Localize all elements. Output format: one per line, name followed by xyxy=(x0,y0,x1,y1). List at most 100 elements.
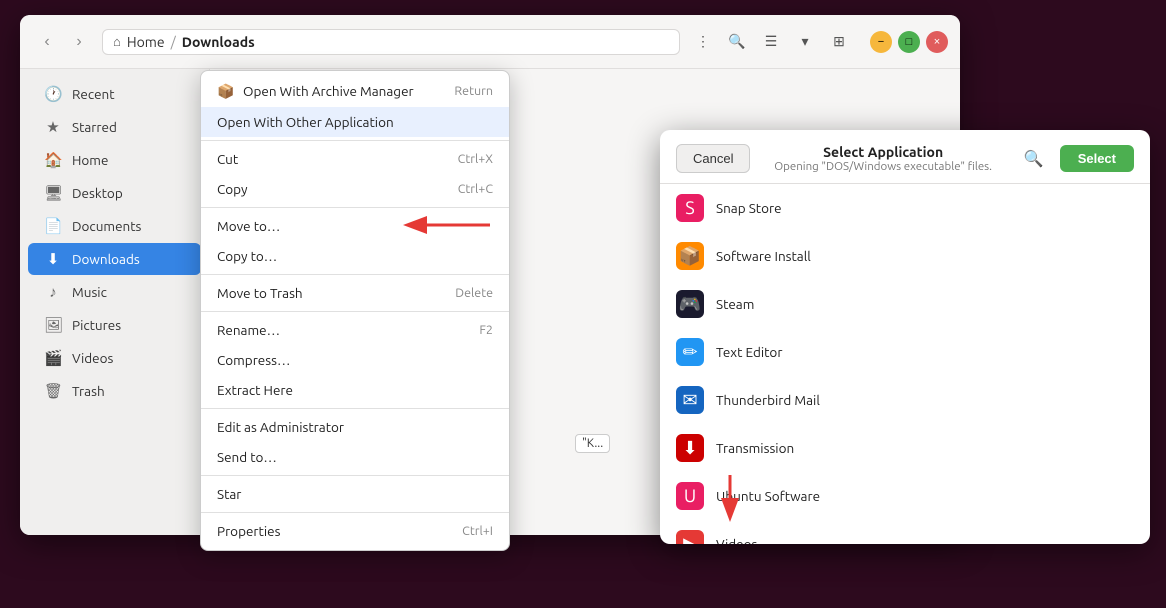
app-item-snap-store[interactable]: S Snap Store xyxy=(660,184,1150,232)
ctx-item-extract[interactable]: Extract Here xyxy=(201,375,509,405)
dialog-title: Select Application xyxy=(758,144,1007,160)
app-item-thunderbird[interactable]: ✉ Thunderbird Mail xyxy=(660,376,1150,424)
shortcut: Ctrl+X xyxy=(458,152,493,166)
separator xyxy=(201,207,509,208)
sidebar-label-documents: Documents xyxy=(72,218,141,234)
ctx-item-rename[interactable]: Rename…F2 xyxy=(201,315,509,345)
app-item-transmission[interactable]: ⬇ Transmission xyxy=(660,424,1150,472)
videos-icon: 🎬 xyxy=(44,349,62,367)
recent-icon: 🕐 xyxy=(44,85,62,103)
ctx-item-send-to[interactable]: Send to… xyxy=(201,442,509,472)
shortcut: Delete xyxy=(455,286,493,300)
trash-icon: 🗑 xyxy=(44,382,62,400)
sidebar-item-documents[interactable]: 📄 Documents xyxy=(28,210,201,242)
sidebar-item-downloads[interactable]: ⬇ Downloads xyxy=(28,243,201,275)
grid-view-button[interactable]: ⊞ xyxy=(824,27,854,57)
app-label-thunderbird: Thunderbird Mail xyxy=(716,392,820,408)
ctx-item-cut[interactable]: Cut Ctrl+X xyxy=(201,144,509,174)
window-controls: − □ × xyxy=(870,31,948,53)
sidebar-label-starred: Starred xyxy=(72,119,117,135)
app-item-videos[interactable]: ▶ Videos xyxy=(660,520,1150,544)
back-button[interactable]: ‹ xyxy=(32,27,62,57)
app-label-videos: Videos xyxy=(716,536,757,544)
ctx-label: Rename… xyxy=(217,322,280,338)
ctx-label: Edit as Administrator xyxy=(217,419,344,435)
music-icon: ♪ xyxy=(44,283,62,301)
sidebar-label-videos: Videos xyxy=(72,350,113,366)
app-item-steam[interactable]: 🎮 Steam xyxy=(660,280,1150,328)
title-bar-actions: ⋮ 🔍 ☰ ▾ ⊞ xyxy=(688,27,854,57)
dialog-search-button[interactable]: 🔍 xyxy=(1016,145,1052,173)
sidebar-item-starred[interactable]: ★ Starred xyxy=(28,111,201,143)
separator xyxy=(201,140,509,141)
archive-icon: 📦 xyxy=(217,82,235,100)
ctx-label: Send to… xyxy=(217,449,277,465)
app-label-text-editor: Text Editor xyxy=(716,344,782,360)
forward-button[interactable]: › xyxy=(64,27,94,57)
app-label-transmission: Transmission xyxy=(716,440,794,456)
desktop-icon: 🖥 xyxy=(44,184,62,202)
shortcut: Return xyxy=(454,84,493,98)
ctx-item-open-archive[interactable]: 📦Open With Archive ManagerReturn xyxy=(201,75,509,107)
ctx-label: Move to Trash xyxy=(217,285,303,301)
shortcut: Ctrl+C xyxy=(458,182,493,196)
ctx-item-open-other[interactable]: Open With Other Application xyxy=(201,107,509,137)
breadcrumb-home[interactable]: Home xyxy=(127,34,165,50)
ctx-label: Properties xyxy=(217,523,280,539)
sidebar-label-recent: Recent xyxy=(72,86,115,102)
sidebar-item-home[interactable]: 🏠 Home xyxy=(28,144,201,176)
ctx-item-edit-admin[interactable]: Edit as Administrator xyxy=(201,412,509,442)
pictures-icon: 🖼 xyxy=(44,316,62,334)
sidebar-item-pictures[interactable]: 🖼 Pictures xyxy=(28,309,201,341)
app-icon-videos: ▶ xyxy=(676,530,704,544)
menu-button[interactable]: ⋮ xyxy=(688,27,718,57)
ctx-label: Extract Here xyxy=(217,382,293,398)
sidebar-item-videos[interactable]: 🎬 Videos xyxy=(28,342,201,374)
ctx-item-move-to[interactable]: Move to… xyxy=(201,211,509,241)
shortcut: Ctrl+I xyxy=(462,524,493,538)
app-item-software-install[interactable]: 📦 Software Install xyxy=(660,232,1150,280)
cancel-button[interactable]: Cancel xyxy=(676,144,750,173)
ctx-label: Copy to… xyxy=(217,248,277,264)
sidebar-item-desktop[interactable]: 🖥 Desktop xyxy=(28,177,201,209)
ctx-item-copy-to[interactable]: Copy to… xyxy=(201,241,509,271)
home-icon: ⌂ xyxy=(113,34,121,49)
ctx-label: Copy xyxy=(217,181,248,197)
downloads-icon: ⬇ xyxy=(44,250,62,268)
app-label-snap-store: Snap Store xyxy=(716,200,782,216)
separator xyxy=(201,475,509,476)
file-tooltip: "K... xyxy=(575,434,610,453)
sidebar: 🕐 Recent★ Starred🏠 Home🖥 Desktop📄 Docume… xyxy=(20,69,210,535)
separator xyxy=(201,512,509,513)
ctx-item-properties[interactable]: Properties Ctrl+I xyxy=(201,516,509,546)
sidebar-item-recent[interactable]: 🕐 Recent xyxy=(28,78,201,110)
sidebar-item-trash[interactable]: 🗑 Trash xyxy=(28,375,201,407)
nav-buttons: ‹ › xyxy=(32,27,94,57)
search-button[interactable]: 🔍 xyxy=(722,27,752,57)
app-list: S Snap Store 📦 Software Install 🎮 Steam … xyxy=(660,184,1150,544)
home-icon: 🏠 xyxy=(44,151,62,169)
app-label-steam: Steam xyxy=(716,296,754,312)
ctx-item-copy[interactable]: Copy Ctrl+C xyxy=(201,174,509,204)
dialog-header: Cancel Select Application Opening "DOS/W… xyxy=(660,130,1150,184)
app-item-ubuntu-software[interactable]: U Ubuntu Software xyxy=(660,472,1150,520)
view-options-button[interactable]: ▾ xyxy=(790,27,820,57)
ctx-item-star[interactable]: Star xyxy=(201,479,509,509)
sidebar-label-pictures: Pictures xyxy=(72,317,121,333)
maximize-button[interactable]: □ xyxy=(898,31,920,53)
title-bar: ‹ › ⌂ Home / Downloads ⋮ 🔍 ☰ ▾ ⊞ − □ × xyxy=(20,15,960,69)
ctx-item-move-trash[interactable]: Move to Trash Delete xyxy=(201,278,509,308)
minimize-button[interactable]: − xyxy=(870,31,892,53)
ctx-label: Star xyxy=(217,486,241,502)
sidebar-label-downloads: Downloads xyxy=(72,251,140,267)
app-icon-snap-store: S xyxy=(676,194,704,222)
select-button[interactable]: Select xyxy=(1060,145,1134,172)
app-item-text-editor[interactable]: ✏ Text Editor xyxy=(660,328,1150,376)
ctx-label: Cut xyxy=(217,151,238,167)
separator xyxy=(201,311,509,312)
sidebar-item-music[interactable]: ♪ Music xyxy=(28,276,201,308)
ctx-item-compress[interactable]: Compress… xyxy=(201,345,509,375)
app-icon-thunderbird: ✉ xyxy=(676,386,704,414)
list-view-button[interactable]: ☰ xyxy=(756,27,786,57)
close-button[interactable]: × xyxy=(926,31,948,53)
